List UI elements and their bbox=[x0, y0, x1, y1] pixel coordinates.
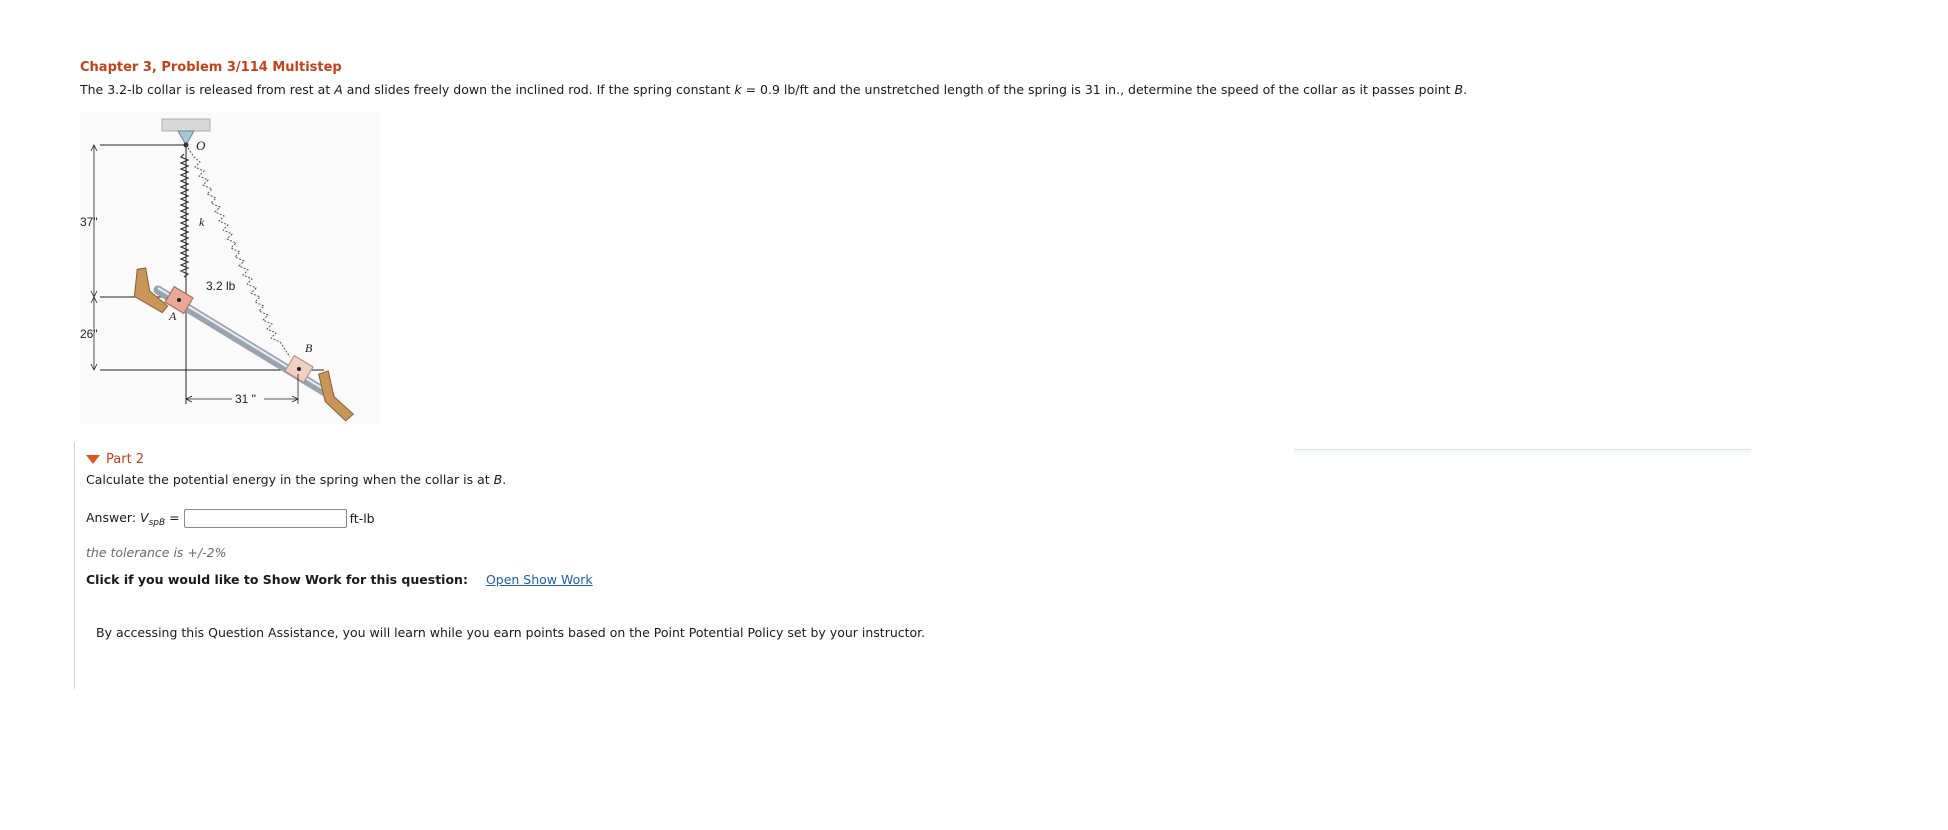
answer-label: Answer: VspB = bbox=[86, 509, 180, 528]
answer-unit: ft-lb bbox=[349, 511, 375, 526]
figure-background bbox=[80, 112, 380, 424]
problem-statement: The 3.2-lb collar is released from rest … bbox=[80, 82, 1468, 97]
label-dim-31: 31 " bbox=[235, 392, 256, 406]
collar-spring-diagram: O k 3.2 lb A B 37" 26" 31 " bbox=[80, 112, 380, 424]
problem-figure: O k 3.2 lb A B 37" 26" 31 " bbox=[80, 112, 380, 424]
collapse-triangle-icon[interactable] bbox=[86, 455, 100, 464]
label-point-a: A bbox=[168, 309, 177, 323]
open-show-work-link[interactable]: Open Show Work bbox=[486, 572, 593, 587]
label-dim-26: 26" bbox=[80, 327, 98, 341]
tolerance-note: the tolerance is +/-2% bbox=[86, 545, 227, 560]
problem-title: Chapter 3, Problem 3/114 Multistep bbox=[80, 60, 342, 75]
label-spring-k: k bbox=[199, 215, 205, 229]
label-point-o: O bbox=[196, 138, 206, 153]
part-2-label: Part 2 bbox=[106, 452, 145, 467]
answer-input[interactable] bbox=[183, 509, 347, 528]
ceiling-support bbox=[161, 118, 211, 132]
right-rule bbox=[1294, 449, 1751, 457]
collar-b-center bbox=[297, 367, 301, 371]
show-work-prompt: Click if you would like to Show Work for… bbox=[86, 572, 468, 587]
label-weight: 3.2 lb bbox=[206, 279, 236, 293]
part-2-header[interactable]: Part 2 bbox=[86, 452, 144, 467]
collar-a-center bbox=[177, 298, 181, 302]
part-question: Calculate the potential energy in the sp… bbox=[86, 472, 507, 487]
part-divider bbox=[74, 442, 75, 689]
show-work-row: Click if you would like to Show Work for… bbox=[86, 572, 593, 587]
label-dim-37: 37" bbox=[80, 215, 98, 229]
label-point-b: B bbox=[305, 341, 313, 355]
question-assistance-text: By accessing this Question Assistance, y… bbox=[96, 625, 926, 640]
answer-row: Answer: VspB = ft-lb bbox=[86, 509, 375, 528]
